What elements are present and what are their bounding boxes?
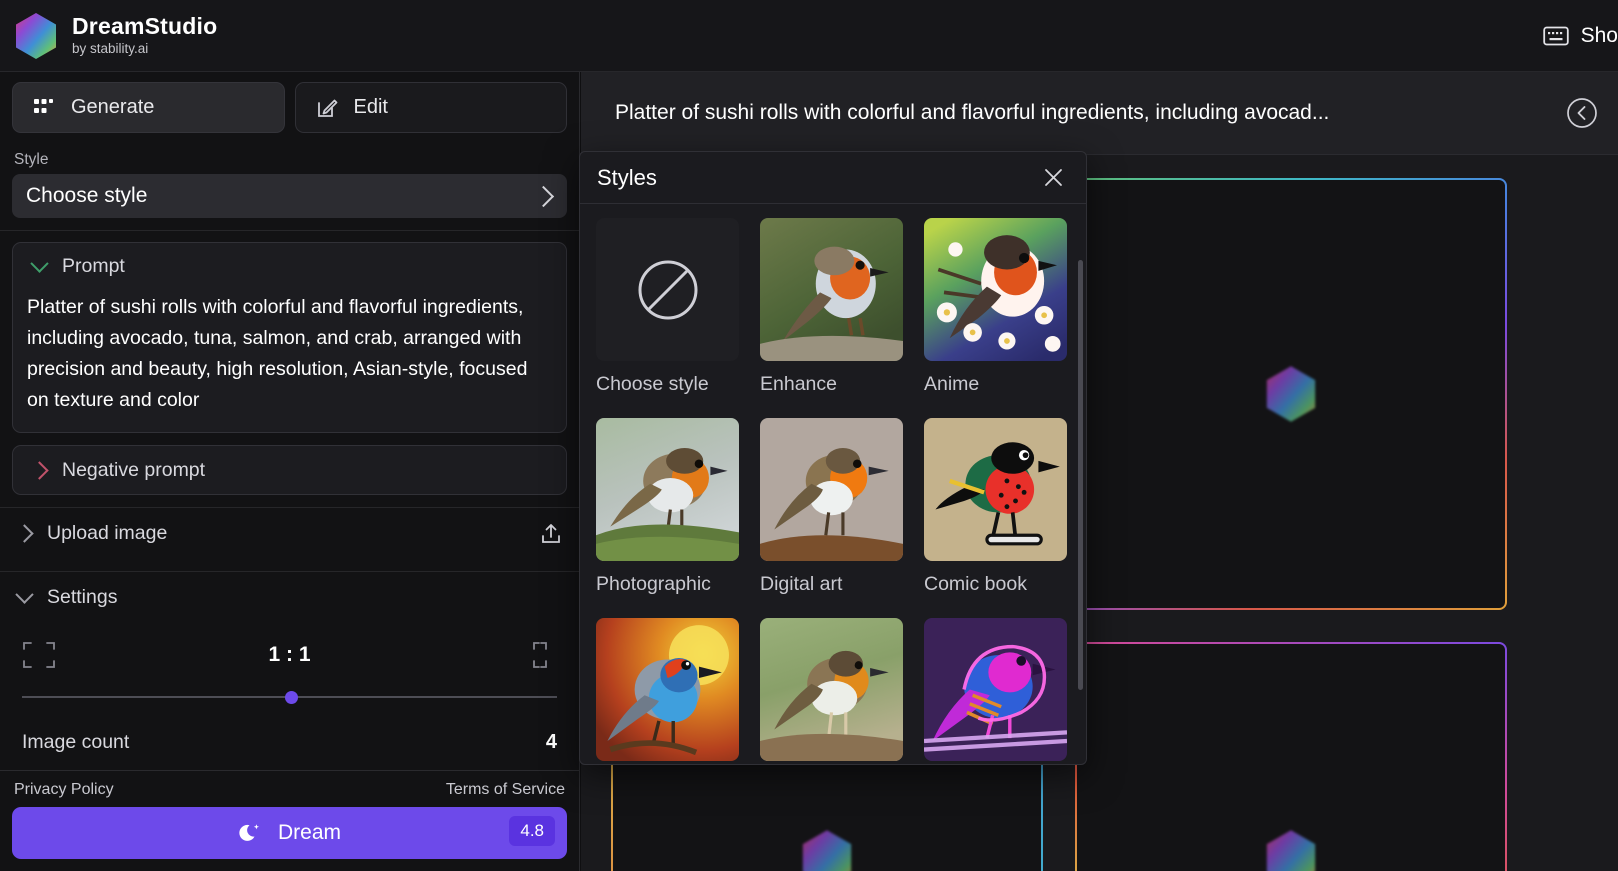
prompt-header[interactable]: Prompt	[27, 254, 552, 278]
styles-modal-body: Choose style Enhance Anime Photographic …	[580, 204, 1086, 764]
style-thumb-analog-film	[760, 618, 903, 761]
prompt-title: Prompt	[62, 255, 125, 277]
landscape-frame-icon[interactable]	[22, 641, 56, 669]
brand[interactable]: DreamStudio by stability.ai	[0, 12, 217, 60]
prompt-bar: Platter of sushi rolls with colorful and…	[581, 72, 1618, 155]
style-thumb-anime	[924, 218, 1067, 361]
dream-button[interactable]: Dream 4.8	[12, 807, 567, 859]
hexagon-gradient-logo	[802, 830, 852, 871]
moon-sparkle-icon	[239, 824, 259, 841]
image-count-value: 4	[545, 731, 557, 753]
style-label: Style	[14, 151, 49, 168]
generation-placeholder-4[interactable]	[1075, 642, 1507, 871]
style-label: Comic book	[924, 573, 1027, 595]
brand-subtitle: by stability.ai	[72, 41, 149, 57]
upload-icon[interactable]	[539, 522, 563, 546]
grid-squares-icon	[34, 98, 53, 113]
shortcuts-label: Sho	[1580, 24, 1618, 47]
style-thumb-none	[596, 218, 739, 361]
portrait-frame-icon[interactable]	[523, 641, 557, 669]
style-option-digital-art[interactable]: Digital art	[760, 418, 903, 596]
hexagon-gradient-logo	[1266, 830, 1316, 871]
tab-edit-label: Edit	[353, 96, 388, 118]
upload-image-title: Upload image	[47, 522, 168, 544]
settings-body: 1 : 1 Image count 4	[0, 623, 579, 754]
pencil-square-icon	[317, 99, 337, 117]
prompt-textarea[interactable]: Platter of sushi rolls with colorful and…	[27, 292, 552, 416]
style-option-anime[interactable]: Anime	[924, 218, 1067, 396]
prompt-card[interactable]: Prompt Platter of sushi rolls with color…	[12, 242, 567, 433]
placeholder-inner	[1077, 180, 1505, 608]
tab-generate-label: Generate	[71, 96, 155, 118]
credits-badge: 4.8	[509, 816, 555, 846]
style-label: Photographic	[596, 573, 711, 595]
chevron-right-icon	[532, 185, 555, 207]
aspect-ratio-row: 1 : 1	[22, 641, 557, 669]
styles-modal-scrollbar[interactable]	[1078, 260, 1083, 690]
chevron-right-icon	[15, 524, 34, 543]
generation-placeholder-2[interactable]	[1075, 178, 1507, 610]
style-thumb-enhance	[760, 218, 903, 361]
mode-tabs: Generate Edit	[0, 72, 579, 143]
sidebar: Generate Edit Style Choose style Prompt	[0, 72, 580, 871]
privacy-policy-link[interactable]: Privacy Policy	[14, 781, 114, 799]
circle-arrow-left-icon[interactable]	[1566, 97, 1598, 129]
settings-section-header[interactable]: Settings	[0, 571, 579, 623]
choose-style-select[interactable]: Choose style	[12, 174, 567, 218]
style-thumb-fantasy-art	[596, 618, 739, 761]
style-option-neon-punk[interactable]: Neon punk	[924, 618, 1067, 764]
prompt-bar-text[interactable]: Platter of sushi rolls with colorful and…	[615, 101, 1548, 125]
styles-modal: Styles Choose style Enhance Anime Photog…	[579, 151, 1087, 765]
close-icon[interactable]	[1043, 167, 1064, 188]
hexagon-gradient-logo	[16, 12, 56, 59]
dream-button-label: Dream	[277, 821, 341, 844]
shortcuts-button[interactable]: Sho	[1542, 0, 1618, 72]
settings-title: Settings	[47, 586, 118, 608]
style-thumb-photographic	[596, 418, 739, 561]
style-option-enhance[interactable]: Enhance	[760, 218, 903, 396]
style-option-comic-book[interactable]: Comic book	[924, 418, 1067, 596]
style-block: Style Choose style	[0, 143, 579, 231]
placeholder-inner	[1077, 644, 1505, 871]
aspect-ratio-value: 1 : 1	[268, 643, 311, 666]
style-label: Anime	[924, 373, 980, 395]
negative-prompt-title: Negative prompt	[62, 458, 206, 481]
style-option-choose-style[interactable]: Choose style	[596, 218, 739, 396]
style-label: Enhance	[760, 373, 837, 395]
choose-style-value: Choose style	[26, 184, 148, 207]
style-option-photographic[interactable]: Photographic	[596, 418, 739, 596]
hexagon-gradient-logo	[1266, 366, 1316, 422]
tab-generate[interactable]: Generate	[12, 82, 285, 133]
top-bar: DreamStudio by stability.ai Sho	[0, 0, 1618, 72]
image-count-label: Image count	[22, 731, 130, 753]
chevron-down-icon	[30, 254, 49, 273]
chevron-down-icon	[15, 585, 34, 604]
style-label: Choose style	[596, 373, 709, 395]
no-style-icon	[638, 260, 697, 319]
negative-prompt-card[interactable]: Negative prompt	[12, 445, 567, 495]
keyboard-icon	[1542, 26, 1569, 46]
slider-thumb[interactable]	[285, 691, 298, 704]
styles-modal-title: Styles	[597, 164, 657, 190]
upload-image-section[interactable]: Upload image	[0, 507, 579, 559]
chevron-right-icon	[30, 460, 49, 480]
sidebar-footer: Privacy Policy Terms of Service Dream 4.…	[0, 770, 579, 871]
style-option-analog-film[interactable]: Analog film	[760, 618, 903, 764]
style-thumb-digital-art	[760, 418, 903, 561]
style-label: Digital art	[760, 573, 843, 595]
styles-grid: Choose style Enhance Anime Photographic …	[596, 218, 1070, 764]
aspect-ratio-slider[interactable]	[22, 689, 557, 705]
legal-links: Privacy Policy Terms of Service	[12, 781, 567, 807]
style-thumb-comic-book	[924, 418, 1067, 561]
terms-of-service-link[interactable]: Terms of Service	[446, 781, 565, 799]
image-count-row: Image count 4	[22, 731, 557, 754]
style-option-fantasy-art[interactable]: Fantasy art	[596, 618, 739, 764]
dreamstudio-app: DreamStudio by stability.ai Sho Generate…	[0, 0, 1618, 871]
style-thumb-neon-punk	[924, 618, 1067, 761]
brand-name: DreamStudio	[72, 13, 218, 39]
tab-edit[interactable]: Edit	[294, 82, 567, 133]
styles-modal-header: Styles	[580, 152, 1086, 204]
